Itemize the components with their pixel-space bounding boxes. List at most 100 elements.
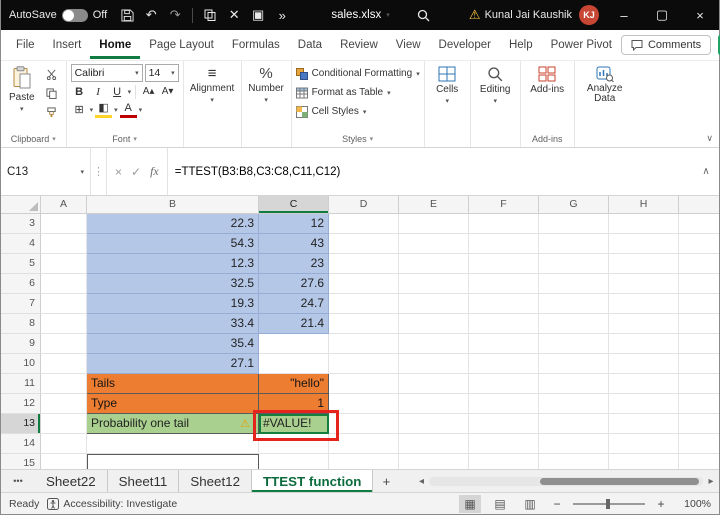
row-header-13[interactable]: 13 [1,414,41,434]
page-break-view-button[interactable]: ▥ [519,495,541,513]
italic-button[interactable]: I [90,83,107,100]
sheet-tab-ttest-function[interactable]: TTEST function [251,470,374,492]
borders-dropdown-icon[interactable]: ▾ [90,106,94,114]
cell-C8[interactable]: 21.4 [259,314,329,334]
tab-data[interactable]: Data [289,32,331,59]
column-header-C[interactable]: C [259,196,329,213]
column-header-E[interactable]: E [399,196,469,213]
cell-B7[interactable]: 19.3 [87,294,259,314]
cell-A13[interactable] [41,414,87,434]
horizontal-scroll-track[interactable] [429,476,703,486]
row-header-4[interactable]: 4 [1,234,41,254]
comments-button[interactable]: Comments [620,35,712,55]
row-header-8[interactable]: 8 [1,314,41,334]
autosave-toggle[interactable] [61,8,88,22]
normal-view-button[interactable]: ▦ [459,494,481,513]
tab-developer[interactable]: Developer [430,32,500,59]
column-header-A[interactable]: A [41,196,87,213]
scroll-right-button[interactable]: ▸ [703,476,719,487]
clipboard-dialog-launcher[interactable]: ▾ [52,135,56,143]
user-name[interactable]: Kunal Jai Kaushik [485,9,572,21]
quick-access-overflow-button[interactable]: » [270,0,294,30]
format-as-table-button[interactable]: Format as Table ▾ [295,83,420,102]
cell-B13[interactable]: Probability one tail ⚠ [87,414,259,434]
cell-C15[interactable] [259,454,329,469]
empty-cells-row-11[interactable] [329,374,719,394]
cell-B10[interactable]: 27.1 [87,354,259,374]
account-warning-icon[interactable]: ⚠ [469,7,481,23]
row-header-9[interactable]: 9 [1,334,41,354]
column-header-B[interactable]: B [87,196,259,213]
copy-ribbon-button[interactable] [42,85,62,102]
cell-B15[interactable] [87,454,259,469]
tab-help[interactable]: Help [500,32,542,59]
save-button[interactable] [115,0,139,30]
addins-button[interactable]: Add-ins [525,64,570,97]
row-header-15[interactable]: 15 [1,454,41,469]
cell-A9[interactable] [41,334,87,354]
underline-button[interactable]: U [109,83,126,100]
analyze-data-button[interactable]: Analyze Data [579,64,631,106]
empty-cells-row-3[interactable] [329,214,719,234]
cell-B11[interactable]: Tails [87,374,259,394]
zoom-slider-thumb[interactable] [606,498,610,509]
zoom-in-button[interactable]: + [653,497,669,511]
error-checking-warning-icon[interactable]: ⚠ [238,415,258,433]
cell-C7[interactable]: 24.7 [259,294,329,314]
font-name-combo[interactable]: Calibri ▾ [70,64,143,82]
empty-cells-row-10[interactable] [329,354,719,374]
document-title-button[interactable]: sales.xlsx ▾ [323,9,397,21]
tab-file[interactable]: File [7,32,44,59]
tab-review[interactable]: Review [331,32,387,59]
cell-A11[interactable] [41,374,87,394]
underline-dropdown-icon[interactable]: ▾ [128,88,132,96]
zoom-slider[interactable] [573,498,645,509]
collapse-ribbon-button[interactable]: ∨ [706,133,713,144]
format-painter-button[interactable] [42,104,62,121]
cell-C4[interactable]: 43 [259,234,329,254]
tab-home[interactable]: Home [90,32,140,59]
alignment-button[interactable]: ≡ Alignment ▾ [188,64,237,106]
empty-cells-row-14[interactable] [329,434,719,454]
paste-button[interactable]: Paste ▾ [5,64,39,121]
cell-B3[interactable]: 22.3 [87,214,259,234]
empty-cells-row-7[interactable] [329,294,719,314]
cell-C14[interactable] [259,434,329,454]
formula-bar-splitter[interactable]: ⋮ [91,148,107,195]
sheet-tab-sheet12[interactable]: Sheet12 [179,470,252,492]
cell-C3[interactable]: 12 [259,214,329,234]
row-header-11[interactable]: 11 [1,374,41,394]
cell-B12[interactable]: Type [87,394,259,414]
row-header-7[interactable]: 7 [1,294,41,314]
formula-input[interactable]: =TTEST(B3:B8,C3:C8,C11,C12) [168,148,693,195]
zoom-level[interactable]: 100% [677,498,711,510]
tab-insert[interactable]: Insert [44,32,91,59]
search-button[interactable] [412,0,436,30]
cancel-entry-button[interactable]: × [115,165,122,179]
fill-color-button[interactable]: ◧ [95,101,113,118]
cell-A8[interactable] [41,314,87,334]
number-format-button[interactable]: % Number ▾ [246,64,287,106]
styles-dialog-launcher[interactable]: ▾ [370,135,374,143]
page-layout-view-button[interactable]: ▤ [489,495,511,513]
borders-button[interactable]: ⊞ [71,101,88,118]
cell-A3[interactable] [41,214,87,234]
column-header-D[interactable]: D [329,196,399,213]
row-header-10[interactable]: 10 [1,354,41,374]
empty-cells-row-9[interactable] [329,334,719,354]
cut-ribbon-button[interactable] [42,66,62,83]
scroll-left-button[interactable]: ◂ [413,476,429,487]
empty-cells-row-4[interactable] [329,234,719,254]
cell-B5[interactable]: 12.3 [87,254,259,274]
sheet-tab-sheet22[interactable]: Sheet22 [35,470,108,492]
cell-C6[interactable]: 27.6 [259,274,329,294]
zoom-out-button[interactable]: − [549,497,565,511]
cell-B6[interactable]: 32.5 [87,274,259,294]
cell-C9[interactable] [259,334,329,354]
name-box[interactable]: C13 ▾ [1,148,91,195]
maximize-button[interactable]: ▢ [643,0,681,30]
font-color-button[interactable]: A [119,101,137,118]
column-header-G[interactable]: G [539,196,609,213]
cell-C11[interactable]: "hello" [259,374,329,394]
user-avatar[interactable]: KJ [579,5,600,25]
